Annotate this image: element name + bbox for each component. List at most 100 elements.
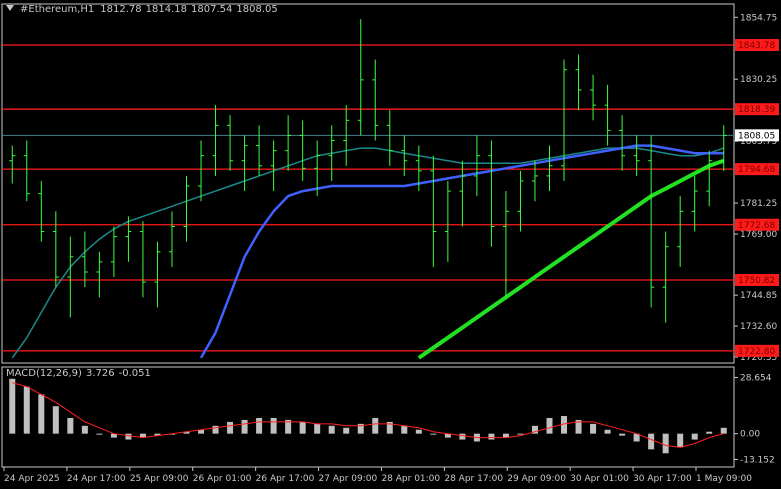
candle [96, 251, 103, 298]
candle [139, 221, 146, 298]
candle [81, 231, 88, 288]
candle [386, 110, 393, 166]
time-tick-label: 28 Apr 01:00 [381, 474, 440, 484]
macd-histogram-bar [38, 394, 45, 434]
price-tick-label: 1781.25 [740, 199, 777, 209]
ma-slow-line [417, 158, 725, 360]
price-tick-label: 1769.00 [740, 230, 777, 240]
candle [706, 150, 713, 207]
time-tick-label: 24 Apr 2025 [4, 474, 60, 484]
candle [401, 135, 408, 176]
candle [430, 155, 437, 267]
macd-histogram-bar [459, 433, 466, 440]
time-tick-label: 25 Apr 09:00 [130, 474, 189, 484]
candle [270, 140, 277, 192]
candle [619, 115, 626, 171]
symbol-label: #Ethereum,H1 [20, 4, 95, 15]
macd-panel-frame [1, 366, 735, 468]
macd-histogram-bar [270, 417, 277, 434]
candle [23, 140, 30, 202]
macd-histogram-bar [706, 431, 713, 434]
chevron-down-icon[interactable] [6, 5, 14, 11]
time-tick-label: 24 Apr 17:00 [67, 474, 126, 484]
close-value: 1808.05 [236, 4, 278, 15]
high-value: 1814.18 [145, 4, 188, 15]
open-value: 1812.78 [100, 4, 142, 15]
chart-canvas: 1854.751830.251805.751781.251769.001744.… [1, 3, 779, 484]
candle [38, 180, 45, 242]
macd-histogram-bar [96, 433, 103, 435]
macd-histogram-bar [81, 425, 88, 434]
macd-histogram-bar [23, 386, 30, 434]
candle [241, 135, 248, 192]
level-label: 1750.82 [738, 276, 775, 286]
macd-main-value: 3.726 [85, 368, 115, 379]
macd-histogram-bar [720, 427, 727, 434]
macd-histogram-bar [67, 417, 74, 434]
time-tick-label: 1 May 09:00 [696, 474, 752, 484]
time-tick-label: 27 Apr 09:00 [319, 474, 378, 484]
macd-histogram-bar [52, 406, 59, 434]
candle [372, 59, 379, 141]
level-label: 1843.78 [738, 41, 775, 51]
macd-histogram-bar [648, 433, 655, 450]
macd-histogram-bar [691, 433, 698, 440]
macd-histogram-bar [430, 433, 437, 435]
macd-histogram-bar [314, 423, 321, 434]
macd-signal-line [12, 382, 724, 448]
candle [256, 125, 263, 176]
price-tick-label: 1854.75 [740, 13, 777, 23]
level-label: 1794.68 [738, 165, 775, 175]
candle [459, 160, 466, 227]
time-tick-label: 30 Apr 01:00 [570, 474, 629, 484]
macd-signal-value: -0.051 [118, 368, 151, 379]
candle [212, 105, 219, 176]
candle [677, 196, 684, 267]
current-price-label: 1808.05 [738, 131, 775, 141]
time-tick-label: 26 Apr 17:00 [256, 474, 315, 484]
time-tick-label: 28 Apr 17:00 [444, 474, 503, 484]
macd-histogram-bar [299, 421, 306, 434]
candle [227, 115, 234, 171]
candle [67, 236, 74, 318]
candle [633, 135, 640, 176]
candle [183, 175, 190, 242]
macd-header: MACD(12,26,9) 3.726 -0.051 [6, 368, 155, 379]
candle [9, 145, 16, 184]
macd-histogram-bar [517, 433, 524, 435]
candle [357, 19, 364, 136]
macd-histogram-bar [227, 421, 234, 434]
macd-histogram-bar [372, 417, 379, 434]
macd-histogram-bar [328, 425, 335, 434]
candle [575, 54, 582, 111]
price-tick-label: 1732.60 [740, 322, 777, 332]
macd-histogram-bar [677, 433, 684, 448]
macd-histogram-bar [9, 378, 16, 434]
macd-histogram-bar [488, 433, 495, 440]
macd-histogram-bar [546, 417, 553, 434]
candle [502, 191, 509, 298]
candle [662, 231, 669, 323]
candle [444, 180, 451, 262]
candle [531, 160, 538, 202]
low-value: 1807.54 [191, 4, 233, 15]
candle [110, 226, 117, 278]
candle [285, 115, 292, 171]
candle [473, 135, 480, 197]
candle [299, 120, 306, 181]
candle [561, 59, 568, 181]
macd-histogram-bar [590, 423, 597, 434]
macd-tick-label: -13.152 [740, 455, 775, 465]
candle [52, 211, 59, 288]
candle [198, 140, 205, 202]
macd-tick-label: 28.654 [740, 373, 772, 383]
candle [546, 145, 553, 192]
level-label: 1722.80 [738, 347, 775, 357]
macd-name: MACD(12,26,9) [6, 368, 82, 379]
macd-histogram-bar [662, 433, 669, 454]
macd-histogram-bar [125, 433, 132, 440]
chart-header: #Ethereum,H1 1812.78 1814.18 1807.54 1808.05 [6, 4, 282, 15]
price-panel-frame [1, 3, 735, 364]
level-label: 1818.39 [738, 105, 775, 115]
macd-histogram-bar [343, 427, 350, 434]
